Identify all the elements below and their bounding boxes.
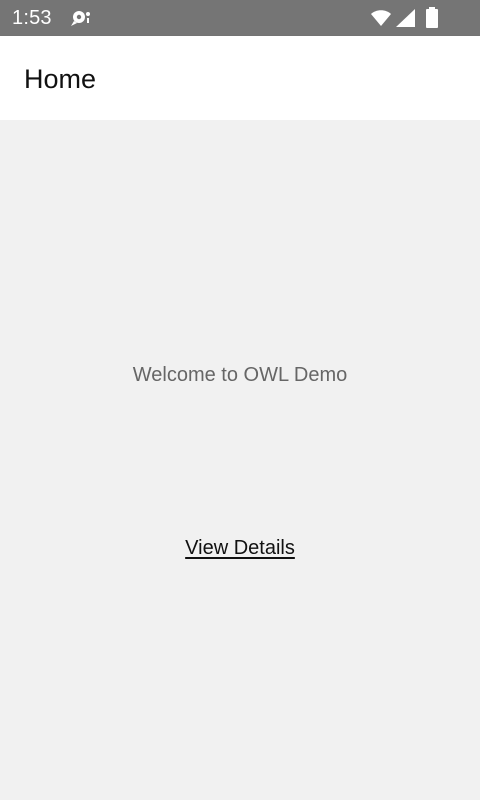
app-screen: 1:53 Home Welcome to OWL Demo View Detai… — [0, 0, 480, 800]
status-bar: 1:53 — [0, 0, 480, 36]
main-content: Welcome to OWL Demo View Details — [0, 120, 480, 800]
notification-icon — [71, 11, 90, 26]
wifi-icon — [371, 10, 391, 26]
app-bar: Home — [0, 36, 480, 120]
welcome-message: Welcome to OWL Demo — [132, 364, 348, 386]
signal-icon — [396, 9, 415, 27]
view-details-link[interactable]: View Details — [0, 535, 480, 561]
status-time: 1:53 — [12, 7, 52, 29]
page-title: Home — [24, 64, 97, 94]
battery-icon — [426, 7, 438, 28]
